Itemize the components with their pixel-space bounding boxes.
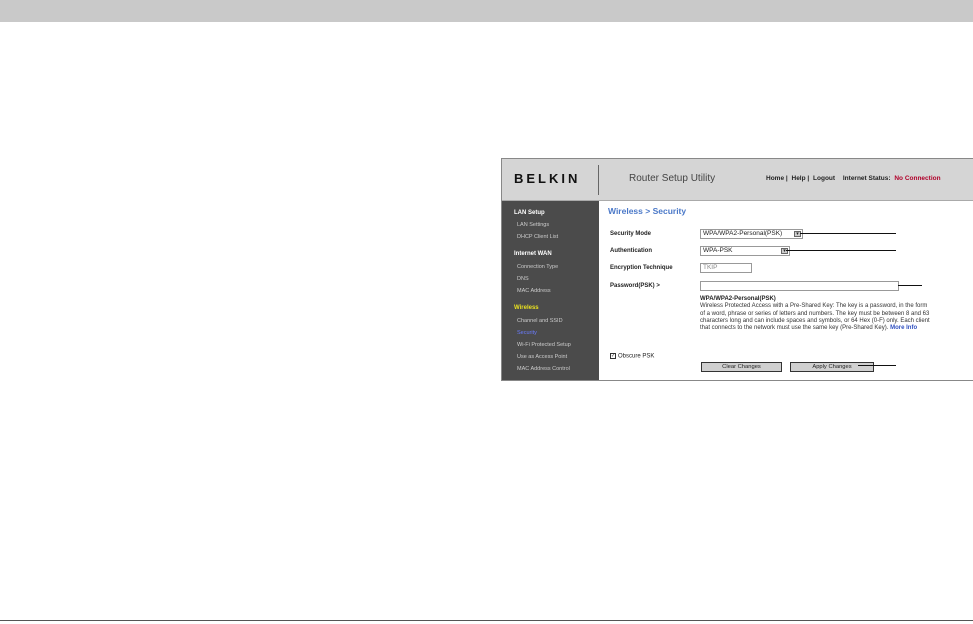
- sidebar-header-wan: Internet WAN: [514, 251, 552, 257]
- header-divider: [598, 165, 599, 195]
- router-screenshot: BELKIN Router Setup Utility Home | Help …: [501, 158, 973, 381]
- description-title: WPA/WPA2-Personal(PSK): [700, 296, 776, 302]
- router-header: BELKIN Router Setup Utility Home | Help …: [502, 159, 973, 201]
- sidebar-item-mac-address[interactable]: MAC Address: [517, 288, 551, 294]
- help-link[interactable]: Help |: [792, 175, 810, 182]
- belkin-logo: BELKIN: [514, 171, 581, 186]
- header-nav: Home | Help | Logout Internet Status: No…: [766, 175, 943, 182]
- page-footer-rule: [0, 620, 973, 621]
- sidebar-item-security[interactable]: Security: [517, 330, 537, 336]
- callout-line-apply: [858, 365, 896, 366]
- more-info-link[interactable]: More Info: [890, 325, 917, 331]
- obscure-psk-checkbox[interactable]: ✓: [610, 353, 616, 359]
- sidebar-item-wps[interactable]: Wi-Fi Protected Setup: [517, 342, 571, 348]
- callout-line-security-mode: [800, 233, 896, 234]
- apply-changes-button[interactable]: Apply Changes: [790, 362, 874, 372]
- sidebar-header-lan: LAN Setup: [514, 210, 545, 216]
- authentication-value: WPA-PSK: [703, 247, 733, 254]
- security-mode-label: Security Mode: [610, 231, 652, 237]
- status-value: No Connection: [894, 175, 941, 182]
- authentication-label: Authentication: [610, 248, 652, 254]
- security-mode-value: WPA/WPA2-Personal(PSK): [703, 230, 783, 237]
- sidebar-item-dns[interactable]: DNS: [517, 276, 529, 282]
- sidebar-item-channel-ssid[interactable]: Channel and SSID: [517, 318, 563, 324]
- encryption-label: Encryption Technique: [610, 265, 673, 271]
- sidebar: LAN Setup LAN Settings DHCP Client List …: [502, 201, 599, 380]
- sidebar-item-access-point[interactable]: Use as Access Point: [517, 354, 567, 360]
- authentication-select[interactable]: WPA-PSK ▾: [700, 246, 790, 256]
- main-content: Wireless > Security Security Mode WPA/WP…: [599, 201, 973, 380]
- password-label: Password(PSK) >: [610, 283, 660, 289]
- clear-changes-button[interactable]: Clear Changes: [701, 362, 782, 372]
- password-input[interactable]: [700, 281, 899, 291]
- obscure-psk[interactable]: ✓ Obscure PSK: [610, 353, 654, 360]
- sidebar-header-wireless: Wireless: [514, 305, 539, 311]
- logout-link[interactable]: Logout: [813, 175, 835, 182]
- callout-line-authentication: [786, 250, 896, 251]
- sidebar-item-connection-type[interactable]: Connection Type: [517, 264, 558, 270]
- encryption-field: TKIP: [700, 263, 752, 273]
- sidebar-item-dhcp-client-list[interactable]: DHCP Client List: [517, 234, 558, 240]
- breadcrumb: Wireless > Security: [608, 206, 687, 216]
- chevron-down-icon: ▾: [781, 248, 788, 254]
- security-description: WPA/WPA2-Personal(PSK) Wireless Protecte…: [700, 296, 930, 332]
- callout-line-password: [898, 285, 922, 286]
- status-label: Internet Status:: [842, 175, 891, 182]
- chevron-down-icon: ▾: [794, 231, 801, 237]
- home-link[interactable]: Home |: [766, 175, 788, 182]
- sidebar-item-mac-control[interactable]: MAC Address Control: [517, 366, 570, 372]
- obscure-psk-label: Obscure PSK: [618, 353, 655, 360]
- security-mode-select[interactable]: WPA/WPA2-Personal(PSK) ▾: [700, 229, 803, 239]
- app-title: Router Setup Utility: [629, 173, 716, 184]
- sidebar-item-lan-settings[interactable]: LAN Settings: [517, 222, 549, 228]
- page-header-bar: [0, 0, 973, 22]
